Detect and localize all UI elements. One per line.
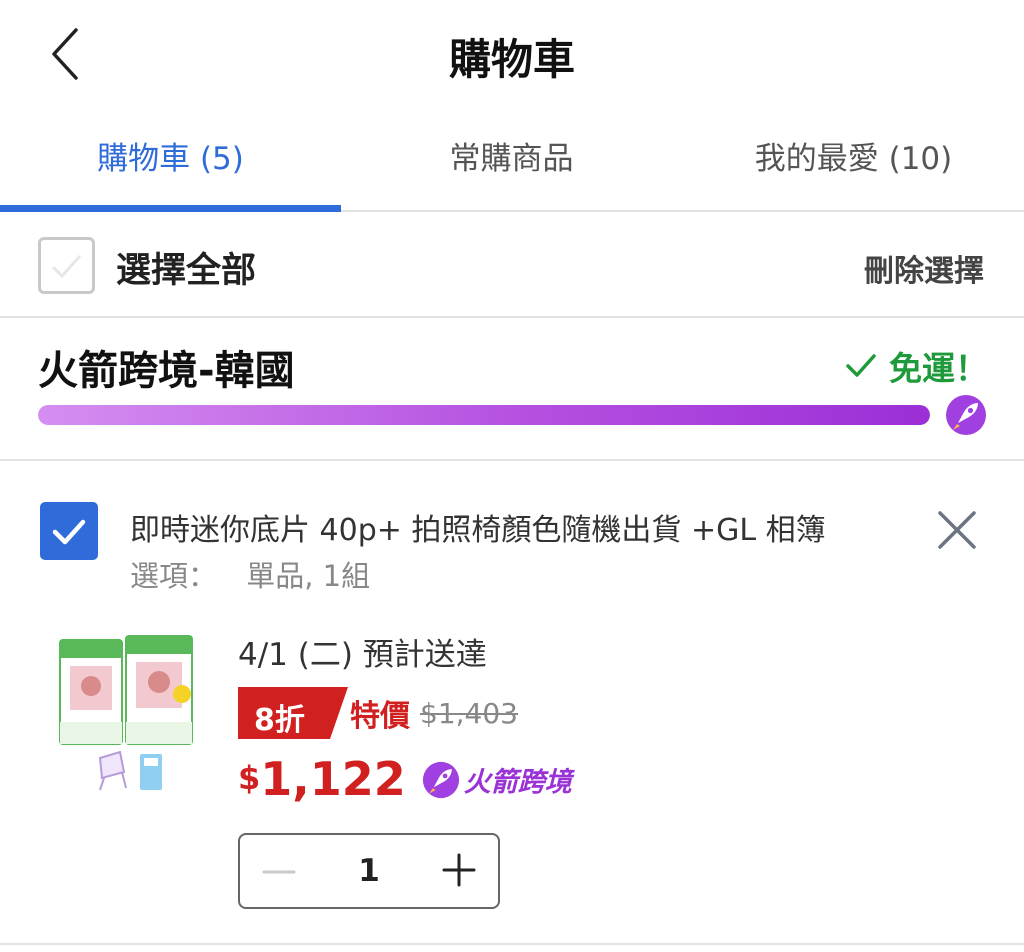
shipping-progress-bar <box>38 405 930 425</box>
remove-item-button[interactable] <box>934 507 980 553</box>
item-checkbox[interactable] <box>40 502 98 560</box>
check-icon <box>52 519 86 545</box>
price-row: $ 1,122 火箭跨境 <box>238 753 572 805</box>
free-shipping-status: 免運！ <box>845 342 988 390</box>
check-icon <box>51 254 82 279</box>
tab-cart[interactable]: 購物車 (5) <box>0 110 341 210</box>
checkmark-icon <box>846 354 876 377</box>
active-tab-indicator <box>0 205 341 212</box>
page-title: 購物車 <box>448 35 575 84</box>
discount-badge: 8折 <box>238 687 348 739</box>
shipping-progress-fill <box>38 405 930 425</box>
item-option-value: 單品, 1組 <box>246 559 371 593</box>
rocket-tag-label: 火箭跨境 <box>463 767 572 798</box>
cart-item: 即時迷你底片 40p+ 拍照椅顏色隨機出貨 +GL 相簿 選項： 單品, 1組 <box>0 461 1024 945</box>
delivery-date: 4/1 (二) 預計送達 <box>238 637 487 673</box>
price-currency: $ <box>238 759 261 797</box>
quantity-stepper: 1 <box>238 833 500 909</box>
plus-icon <box>442 853 476 887</box>
rocket-icon <box>945 394 987 436</box>
discount-row: 8折 特價 $1,403 <box>238 687 518 739</box>
select-all-label: 選擇全部 <box>116 251 257 291</box>
rocket-icon <box>422 761 459 798</box>
discount-badge-label: 8折 <box>254 703 305 738</box>
special-price-label: 特價 <box>350 699 410 734</box>
select-all-checkbox[interactable] <box>38 237 95 294</box>
free-shipping-label: 免運！ <box>889 349 988 388</box>
header: 購物車 <box>0 0 1024 110</box>
store-name: 火箭跨境-韓國 <box>38 348 295 394</box>
delete-selected-button[interactable]: 刪除選擇 <box>864 246 984 290</box>
item-title[interactable]: 即時迷你底片 40p+ 拍照椅顏色隨機出貨 +GL 相簿 <box>130 505 826 549</box>
select-all-row: 選擇全部 刪除選擇 <box>0 212 1024 318</box>
tab-bar: 購物車 (5) 常購商品 我的最愛 (10) <box>0 110 1024 212</box>
rocket-crossborder-tag: 火箭跨境 <box>422 760 572 799</box>
item-option-label: 選項： <box>130 559 218 593</box>
tab-frequent-items[interactable]: 常購商品 <box>341 110 682 210</box>
item-option: 選項： 單品, 1組 <box>130 553 370 595</box>
increase-quantity-button[interactable] <box>440 851 478 889</box>
sale-price: 1,122 <box>260 752 406 806</box>
close-icon <box>938 511 976 549</box>
tab-favorites[interactable]: 我的最愛 (10) <box>683 110 1024 210</box>
original-price: $1,403 <box>420 696 518 730</box>
product-image[interactable] <box>54 626 206 802</box>
store-section: 火箭跨境-韓國 免運！ <box>0 318 1024 461</box>
